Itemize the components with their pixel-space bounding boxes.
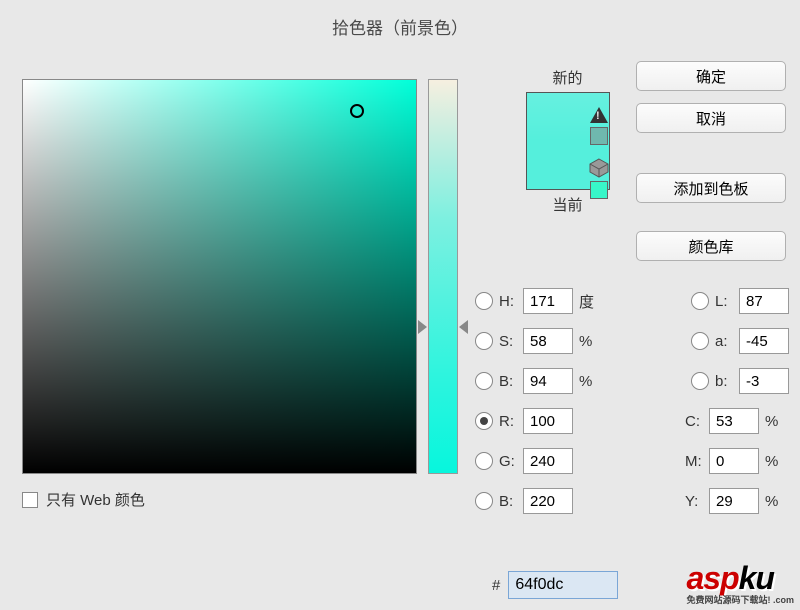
input-s[interactable] (523, 328, 573, 354)
web-only-checkbox[interactable] (22, 492, 38, 508)
gamut-warning-icon[interactable] (590, 107, 608, 123)
hue-slider[interactable] (428, 79, 458, 474)
cancel-button[interactable]: 取消 (636, 103, 786, 133)
color-cursor[interactable] (350, 104, 364, 118)
unit-c: % (765, 413, 789, 430)
input-h[interactable] (523, 288, 573, 314)
window-title: 拾色器（前景色） (0, 0, 800, 51)
radio-bhsb[interactable] (475, 372, 493, 390)
radio-l[interactable] (691, 292, 709, 310)
input-l[interactable] (739, 288, 789, 314)
hue-cursor-left[interactable] (418, 320, 427, 334)
label-blab: b: (715, 373, 739, 390)
label-brgb: B: (499, 493, 523, 510)
input-m[interactable] (709, 448, 759, 474)
input-y[interactable] (709, 488, 759, 514)
radio-g[interactable] (475, 452, 493, 470)
hue-cursor-right[interactable] (459, 320, 468, 334)
value-fields: H: 度 L: S: % a: (475, 281, 795, 521)
unit-y: % (765, 493, 789, 510)
label-y: Y: (685, 493, 709, 510)
color-field[interactable] (22, 79, 417, 474)
hex-prefix: # (492, 577, 500, 594)
radio-s[interactable] (475, 332, 493, 350)
picker-body: 新的 当前 确定 取消 添加到色板 颜色库 H: 度 L: (0, 51, 800, 610)
web-only-row: 只有 Web 颜色 (22, 489, 145, 510)
unit-s: % (579, 333, 603, 350)
gamut-warning-swatch[interactable] (590, 127, 608, 145)
unit-h: 度 (579, 291, 603, 312)
label-bhsb: B: (499, 373, 523, 390)
input-a[interactable] (739, 328, 789, 354)
input-bhsb[interactable] (523, 368, 573, 394)
label-a: a: (715, 333, 739, 350)
swatch-current-label: 当前 (500, 194, 635, 215)
hex-row: # (492, 571, 618, 599)
web-only-label: 只有 Web 颜色 (46, 489, 145, 510)
label-r: R: (499, 413, 523, 430)
label-h: H: (499, 293, 523, 310)
input-blab[interactable] (739, 368, 789, 394)
label-l: L: (715, 293, 739, 310)
radio-h[interactable] (475, 292, 493, 310)
hex-input[interactable] (508, 571, 618, 599)
swatch-new-label: 新的 (500, 67, 635, 88)
websafe-warning-swatch[interactable] (590, 181, 608, 199)
input-brgb[interactable] (523, 488, 573, 514)
radio-r[interactable] (475, 412, 493, 430)
label-g: G: (499, 453, 523, 470)
input-c[interactable] (709, 408, 759, 434)
input-r[interactable] (523, 408, 573, 434)
radio-brgb[interactable] (475, 492, 493, 510)
websafe-warning-icon[interactable] (589, 158, 609, 178)
add-to-swatches-button[interactable]: 添加到色板 (636, 173, 786, 203)
watermark: aspku 免费网站源码下载站! .com (686, 560, 794, 606)
swatch-area: 新的 当前 (500, 65, 635, 217)
unit-bhsb: % (579, 373, 603, 390)
radio-blab[interactable] (691, 372, 709, 390)
radio-a[interactable] (691, 332, 709, 350)
unit-m: % (765, 453, 789, 470)
label-s: S: (499, 333, 523, 350)
input-g[interactable] (523, 448, 573, 474)
label-m: M: (685, 453, 709, 470)
ok-button[interactable]: 确定 (636, 61, 786, 91)
label-c: C: (685, 413, 709, 430)
color-libraries-button[interactable]: 颜色库 (636, 231, 786, 261)
